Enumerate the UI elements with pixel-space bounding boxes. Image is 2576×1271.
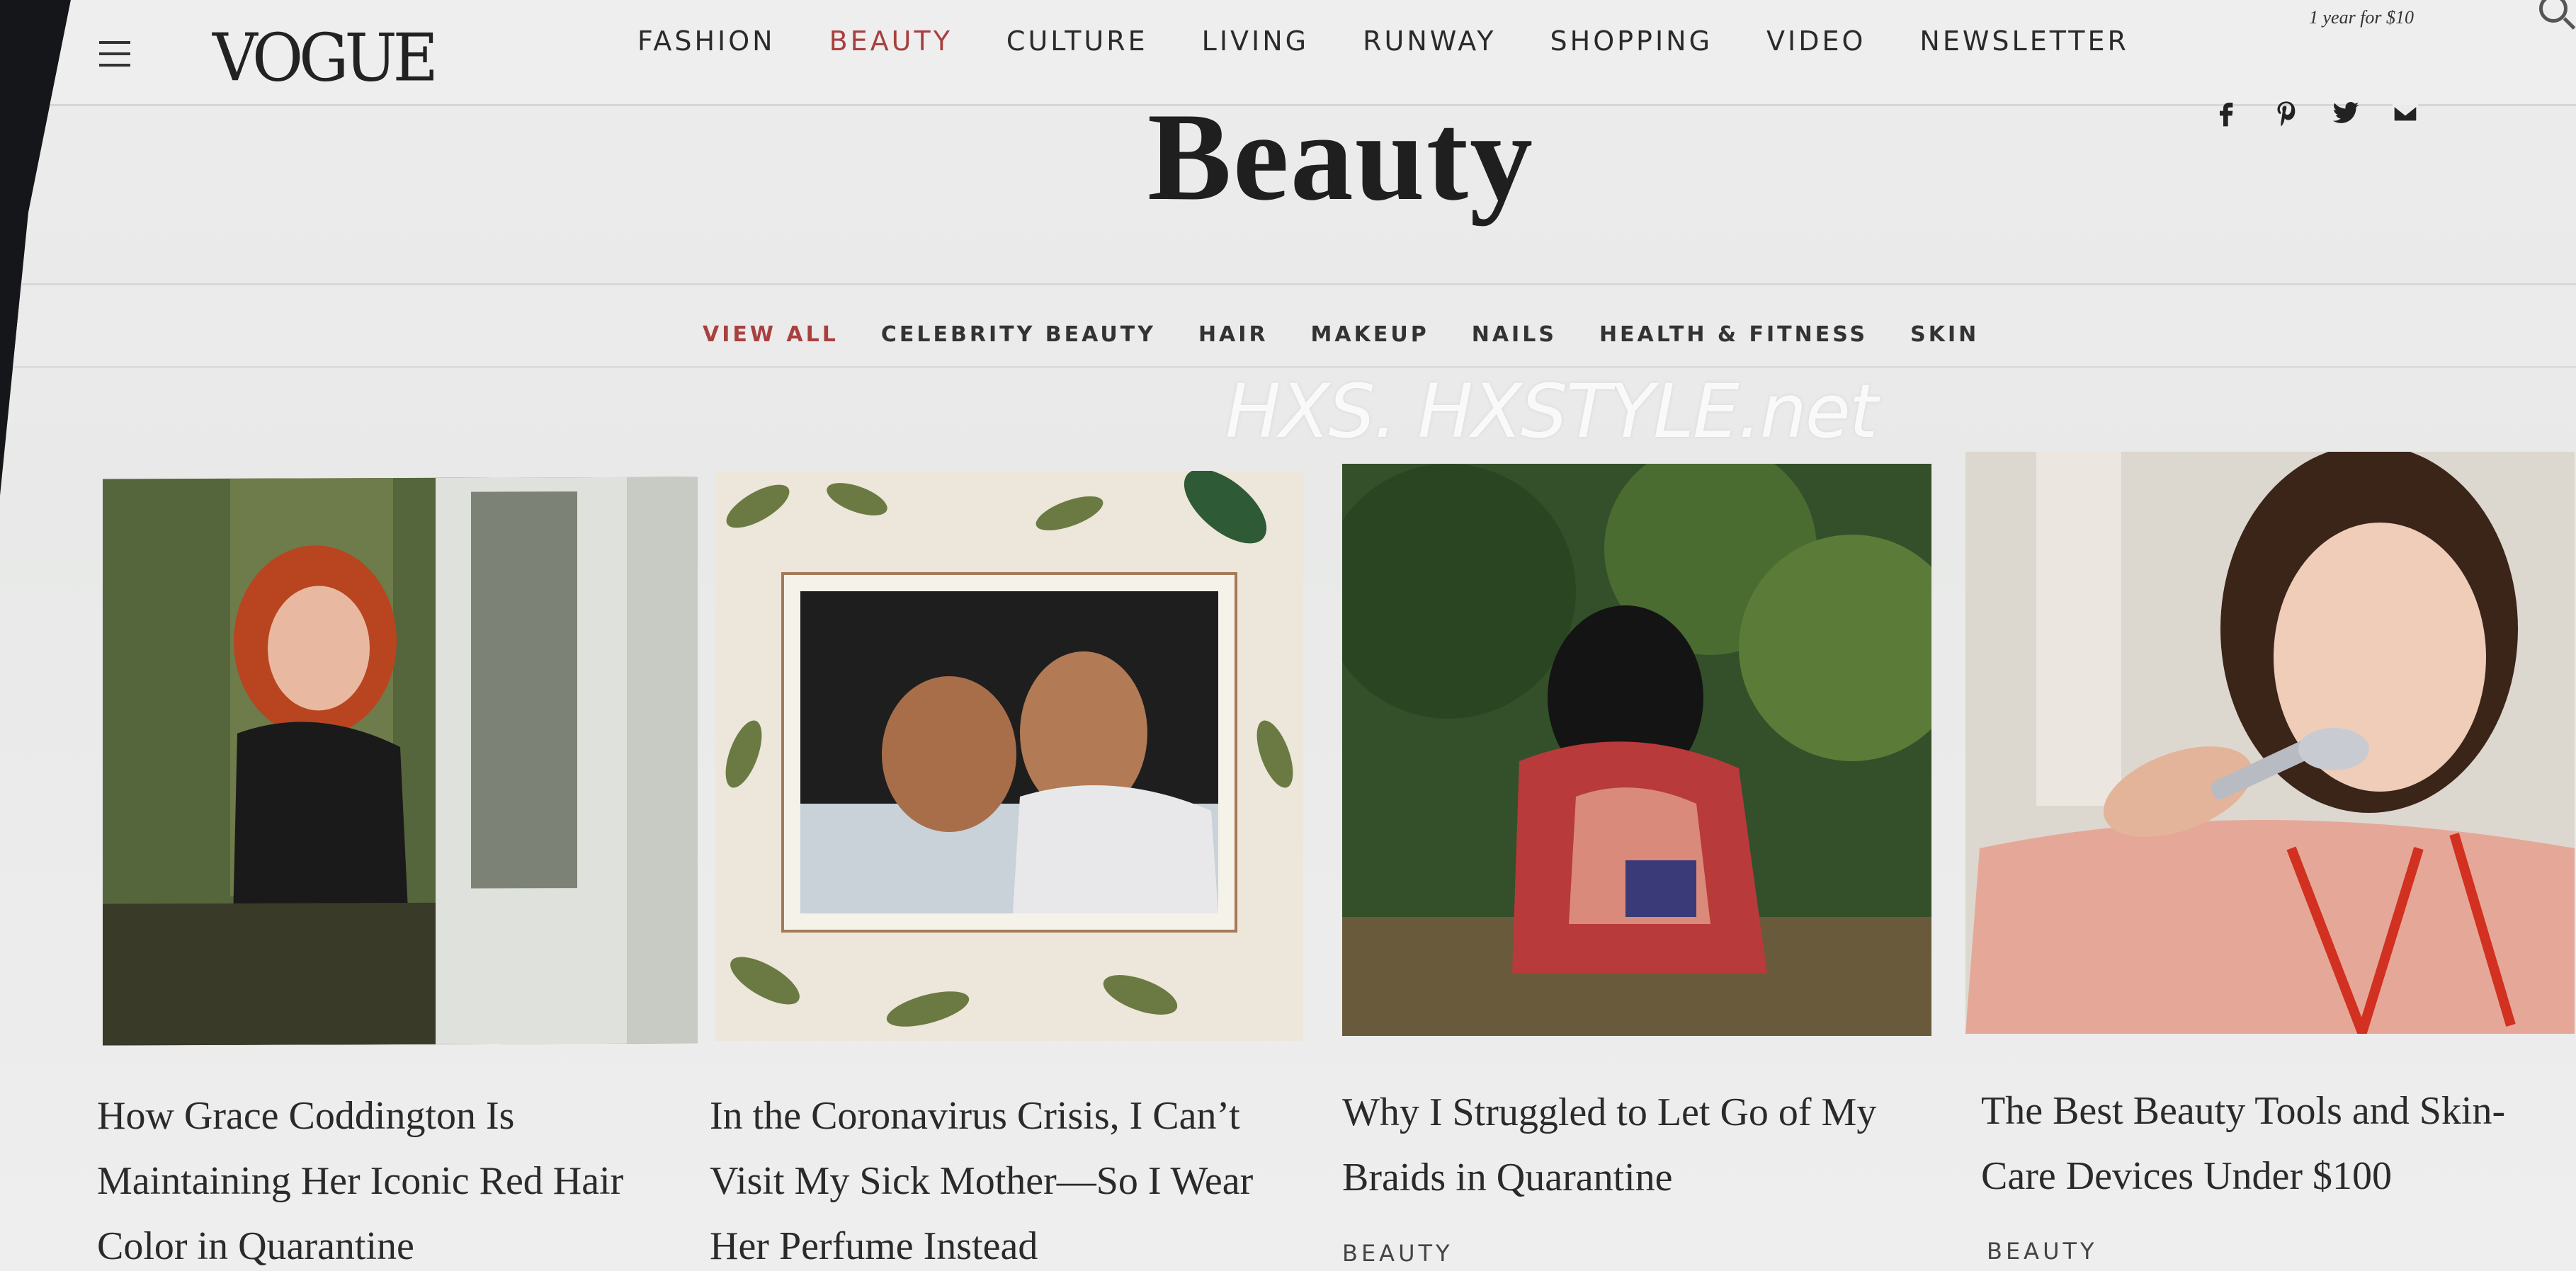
article-image[interactable] xyxy=(715,471,1303,1041)
nav-item-fashion[interactable]: FASHION xyxy=(637,25,776,57)
pinterest-icon[interactable] xyxy=(2269,96,2303,130)
twitter-icon[interactable] xyxy=(2329,96,2363,130)
headline-line: The Best Beauty Tools and Skin- xyxy=(1981,1089,2506,1133)
nav-item-shopping[interactable]: SHOPPING xyxy=(1550,25,1713,57)
subnav-item-health-fitness[interactable]: HEALTH & FITNESS xyxy=(1599,322,1868,347)
search-icon[interactable] xyxy=(2539,0,2568,23)
headline-line: Color in Quarantine xyxy=(97,1224,414,1268)
vogue-logo[interactable]: VOGUE xyxy=(212,19,438,96)
facebook-icon[interactable] xyxy=(2210,96,2244,130)
article-headline[interactable]: How Grace Coddington Is Maintaining Her … xyxy=(97,1083,706,1271)
headline-line: Maintaining Her Iconic Red Hair xyxy=(97,1159,624,1203)
headline-line: How Grace Coddington Is xyxy=(97,1094,515,1138)
nav-item-culture[interactable]: CULTURE xyxy=(1006,25,1148,57)
subnav-item-celebrity-beauty[interactable]: CELEBRITY BEAUTY xyxy=(881,322,1156,347)
headline-line: In the Coronavirus Crisis, I Can’t xyxy=(710,1094,1240,1138)
subnav-item-hair[interactable]: HAIR xyxy=(1198,322,1269,347)
photo-watermark: HXS. HXSTYLE.net xyxy=(1225,368,1878,455)
article-image[interactable] xyxy=(1342,464,1931,1036)
article-image[interactable] xyxy=(103,477,698,1046)
browser-screen: VOGUE FASHION BEAUTY CULTURE LIVING RUNW… xyxy=(0,0,2576,1271)
main-nav: FASHION BEAUTY CULTURE LIVING RUNWAY SHO… xyxy=(637,25,2129,57)
headline-line: Braids in Quarantine xyxy=(1342,1156,1673,1199)
email-icon[interactable] xyxy=(2388,96,2422,130)
headline-line: Care Devices Under $100 xyxy=(1981,1154,2393,1198)
article-rubric[interactable]: BEAUTY xyxy=(1342,1240,1453,1267)
subnav-item-skin[interactable]: SKIN xyxy=(1910,322,1979,347)
headline-line: Her Perfume Instead xyxy=(710,1224,1038,1268)
social-share-icons xyxy=(2210,96,2422,130)
nav-item-runway[interactable]: RUNWAY xyxy=(1363,25,1496,57)
nav-item-living[interactable]: LIVING xyxy=(1202,25,1309,57)
nav-item-beauty[interactable]: BEAUTY xyxy=(829,25,953,57)
subscribe-promo[interactable]: 1 year for $10 xyxy=(2309,7,2414,28)
article-headline[interactable]: Why I Struggled to Let Go of My Braids i… xyxy=(1342,1080,1951,1210)
subnav-item-nails[interactable]: NAILS xyxy=(1472,322,1557,347)
subnav-item-makeup[interactable]: MAKEUP xyxy=(1311,322,1429,347)
nav-item-newsletter[interactable]: NEWSLETTER xyxy=(1919,25,2128,57)
article-image[interactable] xyxy=(1965,452,2575,1034)
article-headline[interactable]: In the Coronavirus Crisis, I Can’t Visit… xyxy=(710,1083,1319,1271)
menu-icon[interactable] xyxy=(99,41,130,69)
article-rubric[interactable]: BEAUTY xyxy=(1987,1238,2098,1265)
page-title: Beauty xyxy=(1147,86,1534,227)
article-headline[interactable]: The Best Beauty Tools and Skin- Care Dev… xyxy=(1981,1078,2576,1209)
category-subnav-bar: VIEW ALL CELEBRITY BEAUTY HAIR MAKEUP NA… xyxy=(0,283,2576,368)
headline-line: Why I Struggled to Let Go of My xyxy=(1342,1090,1877,1134)
category-subnav: VIEW ALL CELEBRITY BEAUTY HAIR MAKEUP NA… xyxy=(703,322,1979,347)
nav-item-video[interactable]: VIDEO xyxy=(1766,25,1866,57)
headline-line: Visit My Sick Mother—So I Wear xyxy=(710,1159,1254,1203)
subnav-item-view-all[interactable]: VIEW ALL xyxy=(703,322,839,347)
